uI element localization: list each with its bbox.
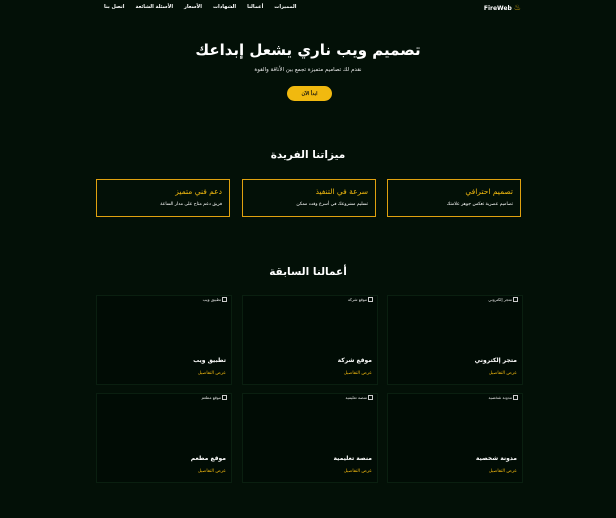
image-alt-text: مدونة شخصية	[488, 395, 512, 400]
image-placeholder: منصة تعليمية	[346, 395, 373, 400]
flame-icon: ♨	[513, 3, 521, 12]
details-link[interactable]: عرض التفاصيل	[198, 469, 226, 474]
broken-image-icon	[368, 297, 373, 302]
image-placeholder: موقع مطعم	[201, 395, 227, 400]
cta-button[interactable]: ابدأ الآن	[287, 86, 332, 101]
image-alt-text: موقع شركة	[347, 297, 367, 302]
brand-logo[interactable]: FireWeb ♨	[484, 4, 521, 12]
nav-link-contact[interactable]: اتصل بنا	[104, 4, 125, 10]
hero-subtitle: نقدم لك تصاميم متميزة تجمع بين الأناقة و…	[254, 67, 362, 73]
image-alt-text: موقع مطعم	[201, 395, 221, 400]
feature-card: سرعة في التنفيذ تسليم مشروعك في أسرع وقت…	[242, 179, 376, 217]
image-alt-text: منصة تعليمية	[345, 395, 367, 400]
image-placeholder: موقع شركة	[348, 297, 373, 302]
feature-desc: تصاميم عصرية تعكس جوهر علامتك	[446, 202, 513, 207]
portfolio-card[interactable]: متجر إلكتروني متجر إلكتروني عرض التفاصيل	[387, 295, 523, 385]
nav-link-portfolio[interactable]: أعمالنا	[247, 4, 263, 10]
nav-link-testimonials[interactable]: الشهادات	[213, 4, 236, 10]
feature-title: تصميم احترافي	[465, 187, 513, 196]
feature-title: سرعة في التنفيذ	[315, 187, 368, 196]
details-link[interactable]: عرض التفاصيل	[489, 371, 517, 376]
portfolio-card[interactable]: منصة تعليمية منصة تعليمية عرض التفاصيل	[242, 393, 378, 483]
details-link[interactable]: عرض التفاصيل	[489, 469, 517, 474]
image-placeholder: تطبيق ويب	[203, 297, 227, 302]
image-alt-text: تطبيق ويب	[202, 297, 221, 302]
card-title: متجر إلكتروني	[474, 357, 517, 364]
brand-name: FireWeb	[483, 4, 512, 12]
hero-title: تصميم ويب ناري يشعل إبداعك	[195, 41, 421, 59]
feature-title: دعم فني متميز	[175, 187, 222, 196]
card-title: موقع شركة	[337, 357, 372, 364]
details-link[interactable]: عرض التفاصيل	[344, 469, 372, 474]
broken-image-icon	[222, 395, 227, 400]
broken-image-icon	[513, 297, 518, 302]
nav-link-faq[interactable]: الأسئلة الشائعة	[136, 4, 174, 10]
portfolio-card[interactable]: مدونة شخصية مدونة شخصية عرض التفاصيل	[387, 393, 523, 483]
nav-menu: المميزات أعمالنا الشهادات الأسعار الأسئل…	[104, 4, 296, 10]
features-title: ميزاتنا الفريدة	[270, 149, 346, 161]
feature-card: دعم فني متميز فريق دعم متاح على مدار الس…	[96, 179, 230, 217]
image-placeholder: متجر إلكتروني	[488, 297, 518, 302]
portfolio-card[interactable]: موقع مطعم موقع مطعم عرض التفاصيل	[96, 393, 232, 483]
broken-image-icon	[222, 297, 227, 302]
nav-link-features[interactable]: المميزات	[274, 4, 296, 10]
portfolio-title: أعمالنا السابقة	[269, 266, 347, 278]
feature-desc: تسليم مشروعك في أسرع وقت ممكن	[296, 202, 368, 207]
broken-image-icon	[368, 395, 373, 400]
feature-card: تصميم احترافي تصاميم عصرية تعكس جوهر علا…	[387, 179, 521, 217]
image-placeholder: مدونة شخصية	[489, 395, 518, 400]
portfolio-card[interactable]: موقع شركة موقع شركة عرض التفاصيل	[242, 295, 378, 385]
details-link[interactable]: عرض التفاصيل	[198, 371, 226, 376]
broken-image-icon	[513, 395, 518, 400]
card-title: موقع مطعم	[190, 455, 226, 462]
portfolio-card[interactable]: تطبيق ويب تطبيق ويب عرض التفاصيل	[96, 295, 232, 385]
card-title: تطبيق ويب	[193, 357, 226, 364]
image-alt-text: متجر إلكتروني	[488, 297, 512, 302]
feature-desc: فريق دعم متاح على مدار الساعة	[160, 202, 222, 207]
nav-link-pricing[interactable]: الأسعار	[184, 4, 202, 10]
card-title: مدونة شخصية	[475, 455, 517, 462]
card-title: منصة تعليمية	[333, 455, 372, 462]
top-nav: FireWeb ♨ المميزات أعمالنا الشهادات الأس…	[0, 0, 616, 16]
details-link[interactable]: عرض التفاصيل	[344, 371, 372, 376]
